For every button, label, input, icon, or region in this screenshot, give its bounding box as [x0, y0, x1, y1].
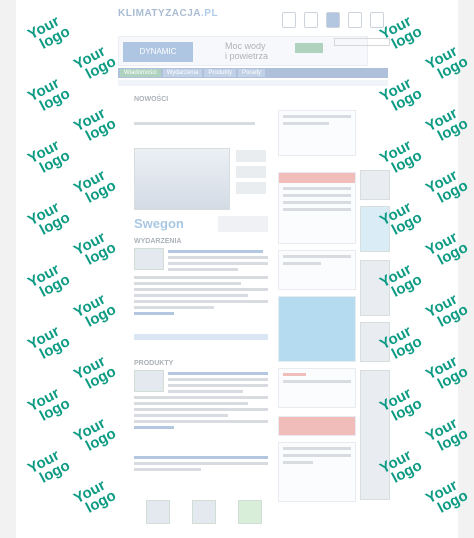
search-input[interactable] [334, 38, 390, 46]
swegon-ad[interactable]: Swegon [134, 216, 214, 232]
rss-icon[interactable] [348, 12, 362, 28]
footer-links [134, 456, 268, 474]
nav-tab-products[interactable]: Produkty [204, 69, 237, 77]
section-news-title: NOWOŚCI [134, 96, 169, 103]
right-favorites-box [278, 172, 356, 244]
right-brand-box[interactable] [278, 250, 356, 290]
banner-brand: DYNAMIC [123, 42, 193, 62]
product-list [134, 396, 268, 432]
ad-strip[interactable] [218, 216, 268, 232]
home-icon[interactable] [282, 12, 296, 28]
right-aircon-ad[interactable] [278, 368, 356, 408]
right-poll-box [278, 442, 356, 502]
event-thumb[interactable] [134, 248, 164, 270]
banner-button[interactable] [295, 43, 323, 53]
newsletter-icon[interactable] [326, 12, 340, 28]
feature-thumbnails[interactable] [236, 150, 266, 198]
product-thumb[interactable] [134, 370, 164, 392]
lead-text [134, 122, 268, 128]
section-products-title: PRODUKTY [134, 360, 174, 367]
events-ad-bar[interactable] [134, 334, 268, 340]
right-search-box[interactable] [278, 110, 356, 156]
right-red-button[interactable] [278, 416, 356, 436]
footer-thumb-1[interactable] [146, 500, 170, 524]
site-logo-text: KLIMATYZACJA [118, 8, 202, 19]
footer-thumb-2[interactable] [192, 500, 216, 524]
banner-slogan: Moc wody i powietrza [225, 41, 269, 61]
event-text [168, 250, 268, 274]
event-list [134, 276, 268, 318]
nav-tab-news[interactable]: Wiadomości [120, 69, 161, 77]
product-text [168, 372, 268, 396]
section-events-title: WYDARZENIA [134, 238, 182, 245]
sub-nav [118, 80, 388, 86]
right-blue-ad[interactable] [278, 296, 356, 362]
site-logo[interactable]: KLIMATYZACJA.PL [118, 8, 218, 19]
top-banner-ad[interactable]: DYNAMIC Moc wody i powietrza [118, 36, 368, 66]
site-logo-suffix: .PL [201, 8, 219, 19]
header-icons [282, 12, 384, 28]
nav-tab-events[interactable]: Wydarzenia [162, 69, 203, 77]
feature-image[interactable] [134, 148, 230, 210]
main-nav: Wiadomości Wydarzenia Produkty Porady [118, 68, 388, 78]
footer-thumb-3[interactable] [238, 500, 262, 524]
nav-tab-advice[interactable]: Porady [238, 69, 266, 77]
user-icon[interactable] [304, 12, 318, 28]
right-favorites-header [279, 173, 355, 183]
far-ad-5[interactable] [360, 370, 390, 500]
far-ad-1[interactable] [360, 170, 390, 200]
